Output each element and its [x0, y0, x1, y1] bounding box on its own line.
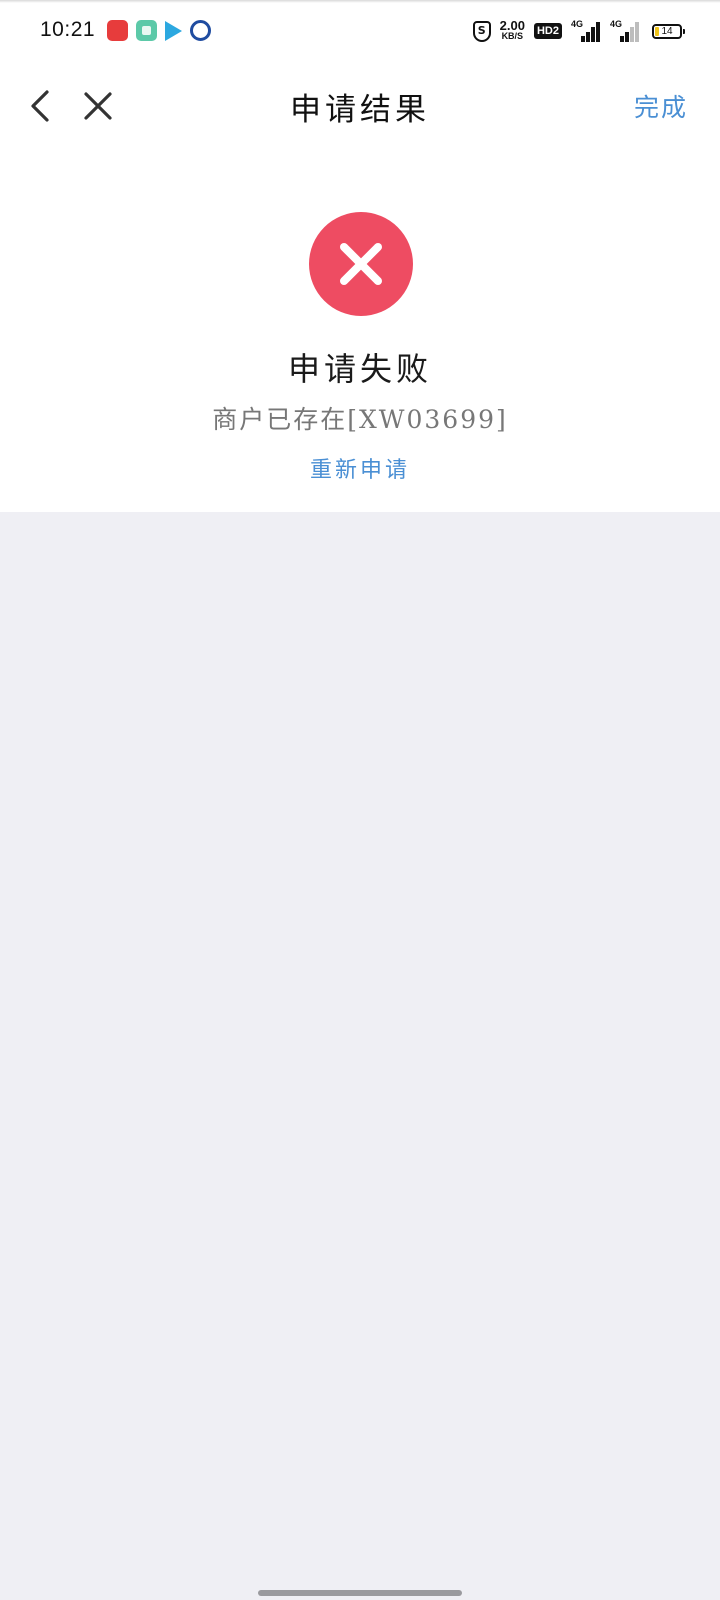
signal-bar: [630, 27, 634, 42]
reapply-link[interactable]: 重新申请: [0, 452, 720, 484]
done-button[interactable]: 完成: [634, 88, 688, 124]
result-panel: 10:21 S 2.00 KB/S HD2 4G 4G 14 申请结果 完成 申…: [0, 0, 720, 512]
nav-bar: 申请结果 完成: [0, 70, 720, 142]
signal-sim2-label: 4G: [610, 19, 623, 29]
network-speed-value: 2.00: [499, 18, 525, 33]
screen: 10:21 S 2.00 KB/S HD2 4G 4G 14 申请结果 完成 申…: [0, 0, 720, 1600]
notification-icons: [107, 20, 211, 41]
network-speed: 2.00 KB/S: [499, 18, 525, 42]
shield-icon: S: [472, 20, 491, 42]
signal-bar: [581, 36, 585, 42]
signal-sim1-label: 4G: [571, 19, 584, 29]
result-message: 商户已存在[XW03699]: [212, 405, 508, 434]
status-indicators: S 2.00 KB/S HD2 4G 4G 14: [472, 18, 685, 44]
signal-bar: [596, 22, 600, 42]
result-title: 申请失败: [287, 350, 432, 388]
signal-bar: [620, 36, 624, 42]
signal-bar: [591, 27, 595, 42]
error-x-glyph: [340, 243, 382, 285]
page-title: 申请结果: [290, 92, 430, 128]
green-chat-icon: [136, 20, 157, 41]
network-speed-unit: KB/S: [501, 31, 524, 41]
blue-circle-app-icon: [190, 20, 211, 41]
signal-bar: [625, 32, 629, 42]
signal-bar: [635, 22, 639, 42]
red-app-icon: [107, 20, 128, 41]
status-bar: 10:21 S 2.00 KB/S HD2 4G 4G 14: [0, 12, 720, 52]
play-icon: [165, 21, 182, 41]
signal-sim2-icon: 4G: [610, 19, 640, 42]
top-edge-shadow: [0, 0, 720, 3]
signal-sim1-icon: 4G: [571, 19, 601, 42]
status-time: 10:21: [40, 18, 96, 41]
battery-icon: 14: [652, 23, 685, 39]
signal-bar: [586, 32, 590, 42]
home-indicator[interactable]: [258, 1590, 462, 1596]
hd-voice-badge: HD2: [533, 23, 562, 39]
error-circle-icon: [309, 212, 413, 316]
